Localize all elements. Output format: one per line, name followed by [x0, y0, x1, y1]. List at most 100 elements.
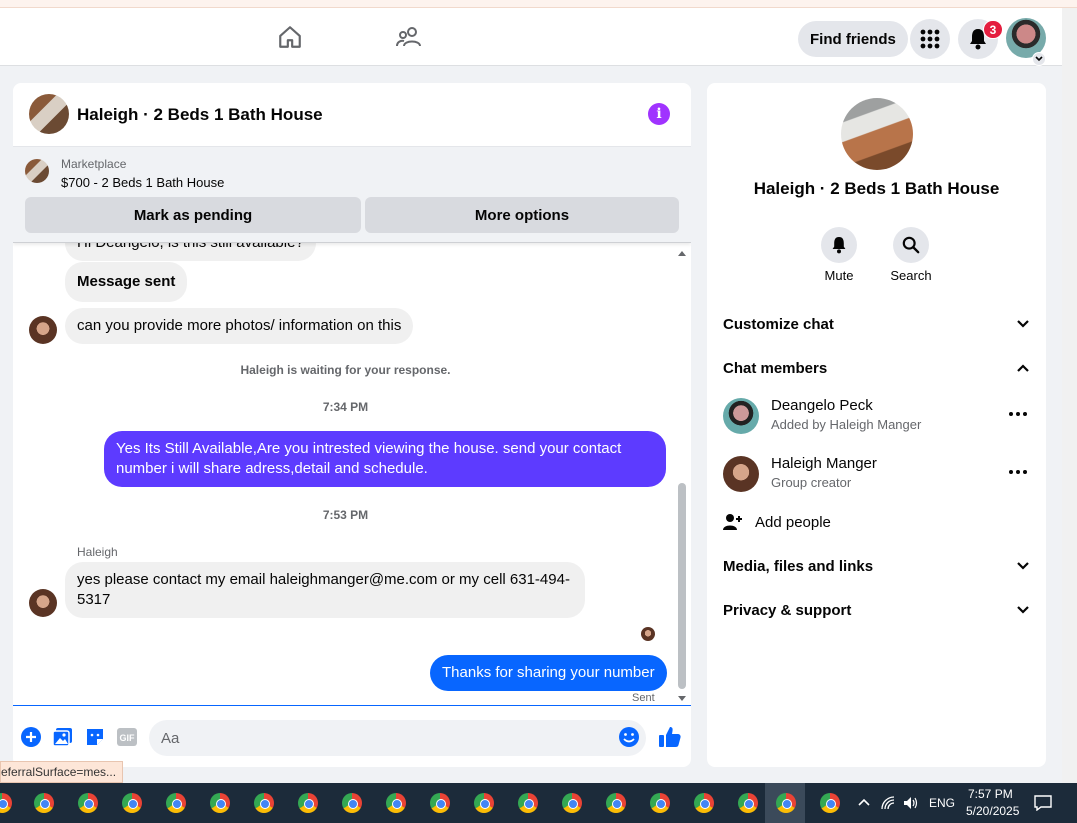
page-scrollbar[interactable]: [1062, 8, 1077, 783]
listing-photo[interactable]: [841, 98, 913, 170]
notification-center-icon[interactable]: [1034, 795, 1052, 811]
windows-taskbar: ENG 7:57 PM 5/20/2025: [0, 783, 1077, 823]
customize-chat-label: Customize chat: [723, 315, 834, 333]
chrome-taskbar-icon[interactable]: [776, 793, 796, 813]
gif-icon[interactable]: GIF: [116, 726, 138, 748]
add-people-button[interactable]: Add people: [723, 507, 1030, 537]
member-row[interactable]: Deangelo Peck Added by Haleigh Manger: [723, 394, 1030, 438]
listing-price-title[interactable]: $700 - 2 Beds 1 Bath House: [61, 175, 224, 190]
menu-grid-button[interactable]: [910, 19, 950, 59]
volume-icon[interactable]: [903, 796, 919, 810]
member-name: Deangelo Peck: [771, 397, 873, 414]
home-icon[interactable]: [275, 22, 305, 52]
thumbs-up-icon[interactable]: [657, 724, 683, 750]
emoji-icon[interactable]: [618, 726, 640, 748]
chrome-taskbar-icon[interactable]: [694, 793, 714, 813]
member-subtitle: Group creator: [771, 475, 852, 490]
search-button[interactable]: [893, 227, 929, 263]
message-scrollbar-thumb[interactable]: [678, 483, 686, 689]
search-icon: [902, 236, 920, 254]
chrome-taskbar-icon[interactable]: [738, 793, 758, 813]
chrome-taskbar-icon[interactable]: [166, 793, 186, 813]
details-title: Haleigh · 2 Beds 1 Bath House: [753, 179, 1000, 198]
waiting-response-note: Haleigh is waiting for your response.: [240, 363, 451, 377]
chrome-taskbar-icon[interactable]: [122, 793, 142, 813]
chrome-taskbar-icon[interactable]: [34, 793, 54, 813]
chat-details-panel: Haleigh · 2 Beds 1 Bath House Mute Searc…: [707, 83, 1046, 767]
member-name: Haleigh Manger: [771, 455, 877, 472]
browser-top-strip: [0, 0, 1077, 8]
chrome-taskbar-icon[interactable]: [606, 793, 626, 813]
plus-circle-icon[interactable]: [20, 726, 42, 748]
mark-as-pending-button[interactable]: Mark as pending: [25, 197, 361, 233]
more-options-button[interactable]: More options: [365, 197, 679, 233]
top-navigation-bar: Find friends 3: [0, 8, 1062, 66]
message-bubble-outgoing: Thanks for sharing your number: [430, 655, 667, 691]
message-bubble-incoming: Hi Deangelo, is this still available?: [65, 243, 316, 261]
sticker-icon[interactable]: [84, 726, 106, 748]
listing-avatar[interactable]: [29, 94, 69, 134]
chrome-taskbar-icon[interactable]: [518, 793, 538, 813]
listing-thumbnail[interactable]: [25, 159, 49, 183]
search-label: Search: [890, 268, 932, 283]
chrome-taskbar-icon[interactable]: [474, 793, 494, 813]
chat-members-label: Chat members: [723, 359, 828, 377]
link-status-tooltip: eferralSurface=mes...: [0, 761, 124, 783]
message-list: Hi Deangelo, is this still available? Me…: [13, 243, 691, 707]
clock-date[interactable]: 5/20/2025: [966, 804, 1019, 818]
member-avatar: [723, 398, 759, 434]
chrome-taskbar-icon[interactable]: [298, 793, 318, 813]
mute-button[interactable]: [821, 227, 857, 263]
chrome-taskbar-icon[interactable]: [78, 793, 98, 813]
grid-icon: [920, 29, 940, 49]
chevron-down-icon: [1017, 320, 1029, 328]
chevron-up-icon: [1017, 364, 1029, 372]
member-row[interactable]: Haleigh Manger Group creator: [723, 452, 1030, 496]
marketplace-label: Marketplace: [61, 157, 127, 171]
member-avatar: [723, 456, 759, 492]
message-sent-notice: Message sent: [65, 262, 188, 302]
clock-time[interactable]: 7:57 PM: [968, 787, 1013, 801]
add-people-label: Add people: [755, 513, 831, 531]
haleigh-avatar[interactable]: [29, 589, 57, 617]
chrome-taskbar-icon[interactable]: [254, 793, 274, 813]
timestamp: 7:34 PM: [322, 400, 369, 414]
mute-label: Mute: [824, 268, 854, 283]
chat-title[interactable]: Haleigh · 2 Beds 1 Bath House: [77, 105, 323, 125]
chrome-taskbar-icon[interactable]: [562, 793, 582, 813]
chrome-taskbar-icon[interactable]: [210, 793, 230, 813]
svg-text:GIF: GIF: [120, 733, 136, 743]
photo-icon[interactable]: [52, 726, 74, 748]
message-bubble-outgoing: Yes Its Still Available,Are you intreste…: [104, 431, 666, 487]
find-friends-button[interactable]: Find friends: [798, 21, 908, 57]
chrome-taskbar-icon[interactable]: [430, 793, 450, 813]
chrome-taskbar-icon[interactable]: [0, 793, 12, 813]
chevron-up-icon[interactable]: [857, 797, 871, 807]
input-language[interactable]: ENG: [929, 796, 955, 810]
message-bubble-incoming: can you provide more photos/ information…: [65, 308, 414, 344]
notification-badge: 3: [983, 20, 1003, 39]
chrome-taskbar-icon[interactable]: [342, 793, 362, 813]
customize-chat-section[interactable]: Customize chat: [723, 309, 1030, 339]
chrome-taskbar-icon[interactable]: [650, 793, 670, 813]
media-files-links-section[interactable]: Media, files and links: [723, 551, 1030, 581]
network-icon[interactable]: [881, 796, 897, 810]
privacy-support-section[interactable]: Privacy & support: [723, 595, 1030, 625]
message-input[interactable]: [149, 720, 646, 756]
more-options-icon[interactable]: [1006, 462, 1030, 482]
chrome-taskbar-icon[interactable]: [820, 793, 840, 813]
media-files-links-label: Media, files and links: [723, 557, 874, 575]
chat-members-section[interactable]: Chat members: [723, 353, 1030, 383]
add-person-icon: [723, 514, 742, 530]
chevron-down-icon: [1017, 562, 1029, 570]
info-icon[interactable]: i: [648, 103, 670, 125]
member-subtitle: Added by Haleigh Manger: [771, 417, 922, 432]
chrome-taskbar-icon[interactable]: [386, 793, 406, 813]
friends-icon[interactable]: [394, 22, 424, 52]
message-composer: GIF: [13, 705, 691, 767]
message-bubble-incoming: yes please contact my email haleighmange…: [65, 562, 585, 618]
more-options-icon[interactable]: [1006, 404, 1030, 424]
haleigh-avatar[interactable]: [29, 316, 57, 344]
account-chevron-down-icon[interactable]: [1032, 52, 1046, 66]
privacy-support-label: Privacy & support: [723, 601, 852, 619]
